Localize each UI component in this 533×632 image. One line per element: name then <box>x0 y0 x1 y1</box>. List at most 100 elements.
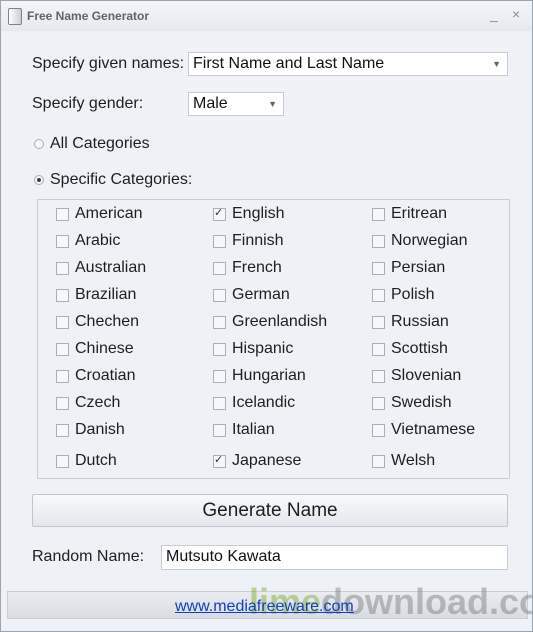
chevron-down-icon: ▼ <box>268 99 277 109</box>
category-japanese[interactable]: Japanese <box>213 452 301 470</box>
category-finnish-label: Finnish <box>232 232 284 249</box>
chevron-down-icon: ▼ <box>492 59 501 69</box>
category-danish-checkbox[interactable] <box>56 423 69 437</box>
random-name-field[interactable]: Mutsuto Kawata <box>161 545 508 570</box>
given-names-select[interactable]: First Name and Last Name ▼ <box>188 52 508 76</box>
category-english-label: English <box>232 205 285 222</box>
category-chechen[interactable]: Chechen <box>56 313 139 331</box>
category-finnish[interactable]: Finnish <box>213 232 284 250</box>
category-german[interactable]: German <box>213 286 290 304</box>
category-swedish[interactable]: Swedish <box>372 394 451 412</box>
category-norwegian[interactable]: Norwegian <box>372 232 467 250</box>
category-chinese-label: Chinese <box>75 340 134 357</box>
category-persian-checkbox[interactable] <box>372 261 385 275</box>
category-eritrean-checkbox[interactable] <box>372 207 385 221</box>
category-russian[interactable]: Russian <box>372 313 449 331</box>
category-brazilian-checkbox[interactable] <box>56 288 69 302</box>
gender-value: Male <box>193 95 228 112</box>
category-english-checkbox[interactable] <box>213 206 226 221</box>
category-norwegian-label: Norwegian <box>391 232 468 249</box>
category-chechen-label: Chechen <box>75 313 140 330</box>
category-hispanic[interactable]: Hispanic <box>213 340 293 358</box>
category-persian-label: Persian <box>391 259 446 276</box>
category-czech[interactable]: Czech <box>56 394 120 412</box>
all-categories-label: All Categories <box>50 135 150 152</box>
category-greenlandish[interactable]: Greenlandish <box>213 313 327 331</box>
category-french[interactable]: French <box>213 259 282 277</box>
gender-select[interactable]: Male ▼ <box>188 92 284 116</box>
category-arabic-label: Arabic <box>75 232 121 249</box>
category-american-checkbox[interactable] <box>56 207 69 221</box>
category-scottish-checkbox[interactable] <box>372 342 385 356</box>
title-bar: Free Name Generator _ × <box>1 1 532 31</box>
category-japanese-label: Japanese <box>232 452 302 469</box>
category-danish[interactable]: Danish <box>56 421 125 439</box>
category-eritrean[interactable]: Eritrean <box>372 205 447 223</box>
category-norwegian-checkbox[interactable] <box>372 234 385 248</box>
category-russian-label: Russian <box>391 313 449 330</box>
app-window: Free Name Generator _ × Specify given na… <box>0 0 533 632</box>
category-hispanic-checkbox[interactable] <box>213 342 226 356</box>
category-french-checkbox[interactable] <box>213 261 226 275</box>
category-czech-checkbox[interactable] <box>56 396 69 410</box>
website-link[interactable]: www.mediafreeware.com <box>175 598 354 616</box>
category-polish[interactable]: Polish <box>372 286 435 304</box>
category-persian[interactable]: Persian <box>372 259 445 277</box>
category-chechen-checkbox[interactable] <box>56 315 69 329</box>
category-greenlandish-label: Greenlandish <box>232 313 328 330</box>
category-swedish-checkbox[interactable] <box>372 396 385 410</box>
categories-panel: American Arabic Australian Brazilian Chechen… <box>37 199 510 479</box>
category-chinese-checkbox[interactable] <box>56 342 69 356</box>
category-dutch[interactable]: Dutch <box>56 452 117 470</box>
category-hungarian[interactable]: Hungarian <box>213 367 306 385</box>
category-russian-checkbox[interactable] <box>372 315 385 329</box>
category-arabic[interactable]: Arabic <box>56 232 120 250</box>
category-croatian-checkbox[interactable] <box>56 369 69 383</box>
category-hungarian-label: Hungarian <box>232 367 306 384</box>
category-australian[interactable]: Australian <box>56 259 146 277</box>
specific-categories-radio[interactable] <box>34 175 44 185</box>
category-german-checkbox[interactable] <box>213 288 226 302</box>
minimize-button[interactable]: _ <box>490 6 498 22</box>
app-icon <box>8 8 22 25</box>
category-brazilian[interactable]: Brazilian <box>56 286 136 304</box>
category-vietnamese-checkbox[interactable] <box>372 423 385 437</box>
category-welsh[interactable]: Welsh <box>372 452 435 470</box>
category-vietnamese-label: Vietnamese <box>391 421 476 438</box>
category-finnish-checkbox[interactable] <box>213 234 226 248</box>
category-french-label: French <box>232 259 282 276</box>
category-australian-checkbox[interactable] <box>56 261 69 275</box>
category-vietnamese[interactable]: Vietnamese <box>372 421 475 439</box>
category-welsh-checkbox[interactable] <box>372 454 385 468</box>
category-chinese[interactable]: Chinese <box>56 340 134 358</box>
category-scottish[interactable]: Scottish <box>372 340 448 358</box>
category-croatian[interactable]: Croatian <box>56 367 135 385</box>
category-german-label: German <box>232 286 290 303</box>
category-czech-label: Czech <box>75 394 121 411</box>
category-japanese-checkbox[interactable] <box>213 453 226 468</box>
category-italian-checkbox[interactable] <box>213 423 226 437</box>
category-hispanic-label: Hispanic <box>232 340 294 357</box>
gender-label: Specify gender: <box>32 95 144 112</box>
category-icelandic-label: Icelandic <box>232 394 296 411</box>
category-polish-label: Polish <box>391 286 435 303</box>
category-slovenian-checkbox[interactable] <box>372 369 385 383</box>
category-american[interactable]: American <box>56 205 143 223</box>
category-dutch-checkbox[interactable] <box>56 454 69 468</box>
category-icelandic-checkbox[interactable] <box>213 396 226 410</box>
category-arabic-checkbox[interactable] <box>56 234 69 248</box>
category-brazilian-label: Brazilian <box>75 286 137 303</box>
all-categories-radio[interactable] <box>34 139 44 149</box>
category-hungarian-checkbox[interactable] <box>213 369 226 383</box>
generate-name-button[interactable]: Generate Name <box>32 494 508 527</box>
category-icelandic[interactable]: Icelandic <box>213 394 295 412</box>
category-dutch-label: Dutch <box>75 452 117 469</box>
close-button[interactable]: × <box>512 6 520 22</box>
category-english[interactable]: English <box>213 205 284 223</box>
category-slovenian-label: Slovenian <box>391 367 462 384</box>
category-italian[interactable]: Italian <box>213 421 275 439</box>
category-greenlandish-checkbox[interactable] <box>213 315 226 329</box>
given-names-value: First Name and Last Name <box>193 55 385 72</box>
category-polish-checkbox[interactable] <box>372 288 385 302</box>
category-slovenian[interactable]: Slovenian <box>372 367 461 385</box>
